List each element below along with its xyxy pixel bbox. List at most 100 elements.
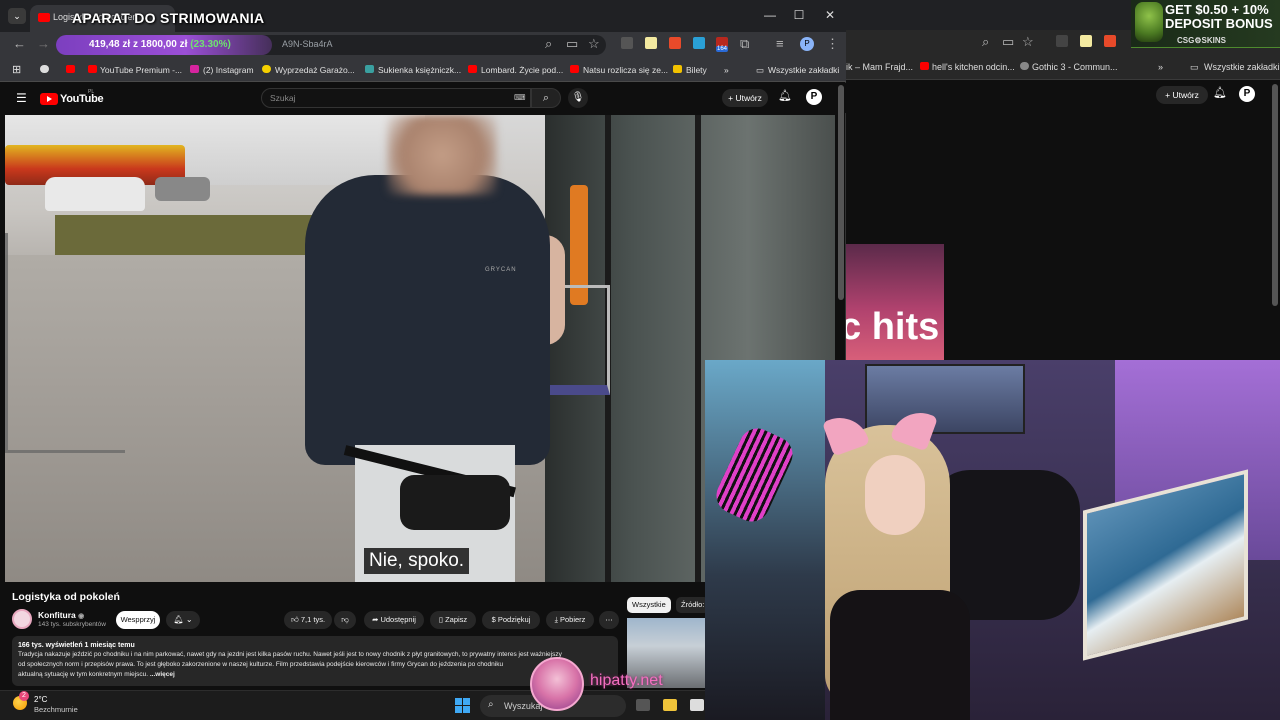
- task-view-icon[interactable]: [636, 699, 650, 711]
- store-icon[interactable]: [690, 699, 704, 711]
- youtube-icon: [468, 65, 477, 73]
- bookmark[interactable]: Gothic 3 - Commun...: [1032, 62, 1118, 72]
- search-input[interactable]: Szukaj ⌨: [261, 88, 531, 108]
- weather-temperature: 2°C: [34, 695, 48, 704]
- all-bookmarks-link[interactable]: Wszystkie zakładki: [768, 65, 839, 75]
- tab-search-button[interactable]: ⌄: [8, 8, 26, 24]
- video-scene-fence: [5, 233, 125, 453]
- youtube-icon: [920, 62, 929, 70]
- more-bookmarks-icon[interactable]: »: [724, 65, 729, 75]
- star-icon[interactable]: ☆: [1022, 34, 1034, 50]
- extension-icon[interactable]: [645, 37, 657, 49]
- channel-avatar[interactable]: [12, 609, 32, 629]
- bookmark-icon: ▯: [438, 615, 443, 624]
- bookmark[interactable]: YouTube Premium -...: [100, 65, 182, 75]
- minimize-button[interactable]: —: [760, 8, 780, 22]
- search-placeholder: Szukaj: [270, 93, 296, 103]
- extension-icon[interactable]: [1056, 35, 1068, 47]
- bookmark[interactable]: Bilety: [686, 65, 707, 75]
- extension-icon[interactable]: [693, 37, 705, 49]
- video-description[interactable]: 166 tys. wyświetleń 1 miesiąc temu Trady…: [12, 636, 618, 686]
- video-scene-blurred-face: [387, 115, 497, 195]
- bookmark[interactable]: Sukienka księżniczk...: [378, 65, 461, 75]
- back-icon[interactable]: ←: [13, 36, 26, 51]
- download-label: Pobierz: [559, 615, 586, 624]
- microphone-icon: 🎙︎: [571, 92, 585, 103]
- zoom-icon[interactable]: ⌕: [982, 34, 989, 50]
- avatar[interactable]: P: [1239, 86, 1255, 102]
- bookmark[interactable]: Lombard. Życie pod...: [481, 65, 563, 75]
- thanks-button[interactable]: $ Podziękuj: [482, 611, 540, 629]
- bookmarks-bar: ⊞ YouTube Premium -... (2) Instagram Wyp…: [0, 58, 846, 82]
- thumbs-up-icon: 👍︎: [290, 615, 299, 624]
- menu-icon[interactable]: ⋮: [826, 36, 839, 52]
- extension-icon[interactable]: [621, 37, 633, 49]
- description-line: Tradycja nakazuje jeździć po chodniku i …: [18, 651, 562, 658]
- dislike-button[interactable]: 👎︎: [334, 611, 356, 629]
- media-icon[interactable]: ≡: [776, 36, 784, 51]
- support-button[interactable]: Wespprzyj: [116, 611, 160, 629]
- like-button[interactable]: 👍︎ 7,1 tys.: [284, 611, 332, 629]
- filter-chip-all[interactable]: Wszystkie: [627, 597, 671, 613]
- windows-start-icon[interactable]: [455, 698, 471, 714]
- bookmark[interactable]: ik – Mam Frajd...: [846, 62, 913, 72]
- bell-icon[interactable]: 🔔︎: [1213, 86, 1227, 99]
- webcam-shelf: [705, 360, 825, 720]
- youtube-icon: [38, 13, 50, 22]
- cast-icon[interactable]: ▭: [1002, 34, 1014, 50]
- channel-name[interactable]: Konfitura ◉: [38, 610, 84, 620]
- scrollbar[interactable]: [838, 85, 844, 300]
- avatar[interactable]: P: [806, 89, 822, 105]
- star-icon[interactable]: ☆: [588, 36, 600, 52]
- bookmark[interactable]: Wyprzedaż Garażo...: [275, 65, 355, 75]
- background-youtube-header: + Utwórz 🔔︎ P: [846, 80, 1280, 110]
- download-button[interactable]: ⤓ Pobierz: [546, 611, 594, 629]
- sponsor-mascot: [1135, 2, 1163, 42]
- bookmark[interactable]: hell's kitchen odcin...: [932, 62, 1015, 72]
- puzzle-icon[interactable]: ⧉: [740, 36, 749, 52]
- maximize-button[interactable]: ☐: [789, 8, 809, 22]
- donation-balance: 419,48 zł: [89, 39, 131, 50]
- cast-icon[interactable]: ▭: [566, 36, 578, 52]
- streamer-watermark: hipatty.net: [590, 672, 663, 689]
- webcam-painting: [1083, 469, 1248, 661]
- share-button[interactable]: ➦ Udostępnij: [364, 611, 424, 629]
- thanks-label: Podziękuj: [497, 615, 531, 624]
- sponsor-line1: GET $0.50 + 10%: [1165, 2, 1269, 17]
- video-thumbnail[interactable]: c hits: [846, 244, 944, 362]
- extension-icon[interactable]: [669, 37, 681, 49]
- forward-icon[interactable]: →: [37, 36, 50, 51]
- save-button[interactable]: ▯ Zapisz: [430, 611, 476, 629]
- close-button[interactable]: ✕: [820, 8, 840, 22]
- all-bookmarks-link[interactable]: Wszystkie zakładki: [1204, 62, 1280, 72]
- zoom-icon[interactable]: ⌕: [545, 36, 552, 52]
- description-line-text: aktualną sytuację w tym konkretnym miejs…: [18, 671, 149, 678]
- extension-icon[interactable]: [1104, 35, 1116, 47]
- profile-icon[interactable]: P: [800, 37, 814, 51]
- description-meta: 166 tys. wyświetleń 1 miesiąc temu: [18, 642, 135, 649]
- bookmark[interactable]: Natsu rozlicza się ze...: [583, 65, 668, 75]
- more-bookmarks-icon[interactable]: »: [1158, 62, 1163, 72]
- donation-goal-text: 419,48 zł z 1800,00 zł (23.30%): [89, 39, 231, 50]
- create-button[interactable]: + Utwórz: [1156, 86, 1208, 104]
- search-button[interactable]: ⌕: [531, 88, 561, 108]
- folder-icon: ▭: [1190, 62, 1199, 72]
- bookmark[interactable]: (2) Instagram: [203, 65, 254, 75]
- streamer-logo-avatar: [530, 657, 584, 711]
- keyboard-icon[interactable]: ⌨: [514, 93, 526, 102]
- scrollbar[interactable]: [1272, 84, 1278, 306]
- extension-icon[interactable]: [1080, 35, 1092, 47]
- hamburger-menu-icon[interactable]: ☰: [16, 91, 27, 105]
- show-more-link[interactable]: ...więcej: [150, 671, 175, 678]
- video-shirt-logo: GRYCAN: [485, 267, 517, 273]
- donation-target: 1800,00 zł: [140, 39, 188, 50]
- create-button[interactable]: + Utwórz: [722, 89, 768, 107]
- sponsor-line2: DEPOSIT BONUS: [1165, 16, 1273, 31]
- bell-icon[interactable]: 🔔︎: [778, 89, 792, 102]
- more-actions-button[interactable]: ⋯: [599, 611, 619, 629]
- file-explorer-icon[interactable]: [663, 699, 677, 711]
- webcam-feed: [705, 360, 1280, 720]
- notification-button[interactable]: 🔔︎ ⌄: [166, 611, 200, 629]
- voice-search-button[interactable]: 🎙︎: [568, 88, 588, 108]
- apps-icon[interactable]: ⊞: [12, 63, 21, 76]
